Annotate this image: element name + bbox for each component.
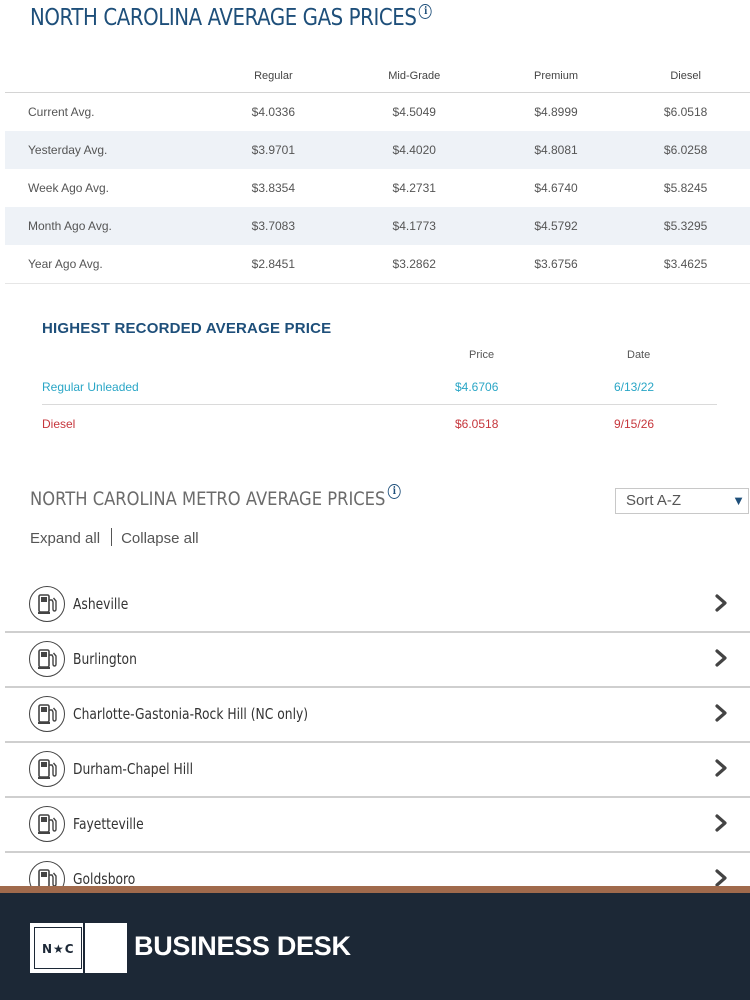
gas-pump-icon [29,696,65,732]
column-header: Regular [209,60,338,93]
column-header: Premium [490,60,622,93]
row-label: Year Ago Avg. [5,245,209,284]
table-row: Current Avg. $4.0336 $4.5049 $4.8999 $6.… [5,93,750,132]
column-header: Diesel [621,60,750,93]
metro-list-item[interactable]: Asheville [5,578,750,633]
row-label: Yesterday Avg. [5,131,209,169]
dropdown-arrow-icon: ▼ [732,493,745,508]
price-column-header: Price [469,349,495,361]
row-label: Week Ago Avg. [28,181,109,195]
chevron-right-icon[interactable] [714,649,728,672]
chevron-right-icon[interactable] [714,594,728,617]
metro-name: Asheville [73,595,129,613]
table-row: Week Ago Avg. $3.8354 $4.2731 $4.6740 $5… [5,169,750,207]
highest-date: 6/13/22 [614,380,655,394]
table-cell: $4.8081 [490,131,622,169]
sort-selected-value: Sort A-Z [626,492,682,509]
table-cell: $5.3295 [621,207,750,245]
table-cell: $2.8451 [209,245,338,284]
table-cell: $5.8245 [663,181,708,195]
table-cell: $4.4020 [337,131,491,169]
table-cell: $6.0258 [621,131,750,169]
table-cell: $4.0336 [251,105,296,119]
table-cell: $4.2731 [392,181,436,195]
highest-price: $4.6706 [455,380,499,394]
table-cell: $3.6756 [490,245,622,284]
metro-name: Charlotte-Gastonia-Rock Hill (NC only) [73,705,309,723]
table-cell: $4.6740 [534,181,578,195]
table-cell: $3.2862 [337,245,491,284]
table-cell: $4.1773 [337,207,491,245]
table-cell: $3.8354 [251,181,296,195]
metro-list-item[interactable]: Charlotte-Gastonia-Rock Hill (NC only) [5,688,750,743]
metro-name: Durham-Chapel Hill [73,760,193,778]
metro-section-title: NORTH CAROLINA METRO AVERAGE PRICES i [30,484,401,510]
metro-list-item[interactable]: Fayetteville [5,798,750,853]
sort-dropdown[interactable]: Sort A-Z ▼ [615,488,749,514]
chevron-right-icon[interactable] [714,704,728,727]
page-title-text: NORTH CAROLINA AVERAGE GAS PRICES [30,5,417,31]
row-label: Current Avg. [28,105,95,119]
highest-price: $6.0518 [455,417,499,431]
nc-logo: N★C [30,923,127,973]
metro-name: Fayetteville [73,815,144,833]
metro-list-item[interactable]: Burlington [5,633,750,688]
metro-title-text: NORTH CAROLINA METRO AVERAGE PRICES [30,488,386,510]
table-cell: $4.5049 [392,105,436,119]
metro-list-item[interactable]: Durham-Chapel Hill [5,743,750,798]
highest-row-diesel: Diesel $6.0518 9/15/26 [42,405,717,441]
logo-text: N★C [42,942,75,956]
expand-collapse-controls: Expand all Collapse all [30,528,199,547]
gas-pump-icon [29,641,65,677]
table-cell: $3.9701 [209,131,338,169]
column-header: Mid-Grade [337,60,491,93]
brand-name: BUSINESS DESK [134,931,351,961]
highest-row-regular: Regular Unleaded $4.6706 6/13/22 [42,368,717,405]
collapse-all-link[interactable]: Collapse all [121,530,199,547]
divider [111,528,113,546]
average-prices-table: Regular Mid-Grade Premium Diesel Current… [5,60,750,284]
table-cell: $6.0518 [663,105,708,119]
metro-name: Burlington [73,650,137,668]
gas-pump-icon [29,806,65,842]
metro-list: Asheville Burlington Charlotte-Gastonia-Ro… [5,578,750,908]
logo-divider [83,923,85,973]
table-cell: $3.7083 [209,207,338,245]
row-label: Month Ago Avg. [5,207,209,245]
chevron-right-icon[interactable] [714,759,728,782]
chevron-right-icon[interactable] [714,814,728,837]
highest-price-title: HIGHEST RECORDED AVERAGE PRICE [42,320,332,337]
table-row: Year Ago Avg. $2.8451 $3.2862 $3.6756 $3… [5,245,750,284]
table-row: Month Ago Avg. $3.7083 $4.1773 $4.5792 $… [5,207,750,245]
table-cell: $4.5792 [490,207,622,245]
fuel-label: Regular Unleaded [42,380,139,394]
gas-pump-icon [29,586,65,622]
page-title: NORTH CAROLINA AVERAGE GAS PRICES i [30,4,432,31]
logo-frame: N★C [34,927,82,969]
table-header-row: Regular Mid-Grade Premium Diesel [5,60,750,93]
info-icon[interactable]: i [419,4,432,19]
info-icon[interactable]: i [387,484,401,499]
fuel-label: Diesel [42,417,76,431]
expand-all-link[interactable]: Expand all [30,530,100,547]
date-column-header: Date [627,349,651,361]
table-row: Yesterday Avg. $3.9701 $4.4020 $4.8081 $… [5,131,750,169]
gas-pump-icon [29,751,65,787]
column-header-blank [5,60,209,93]
table-cell: $4.8999 [534,105,578,119]
table-cell: $3.4625 [621,245,750,284]
footer-banner: N★C BUSINESS DESK [0,893,750,1000]
footer-accent-bar [0,886,750,893]
highest-date: 9/15/26 [614,417,655,431]
